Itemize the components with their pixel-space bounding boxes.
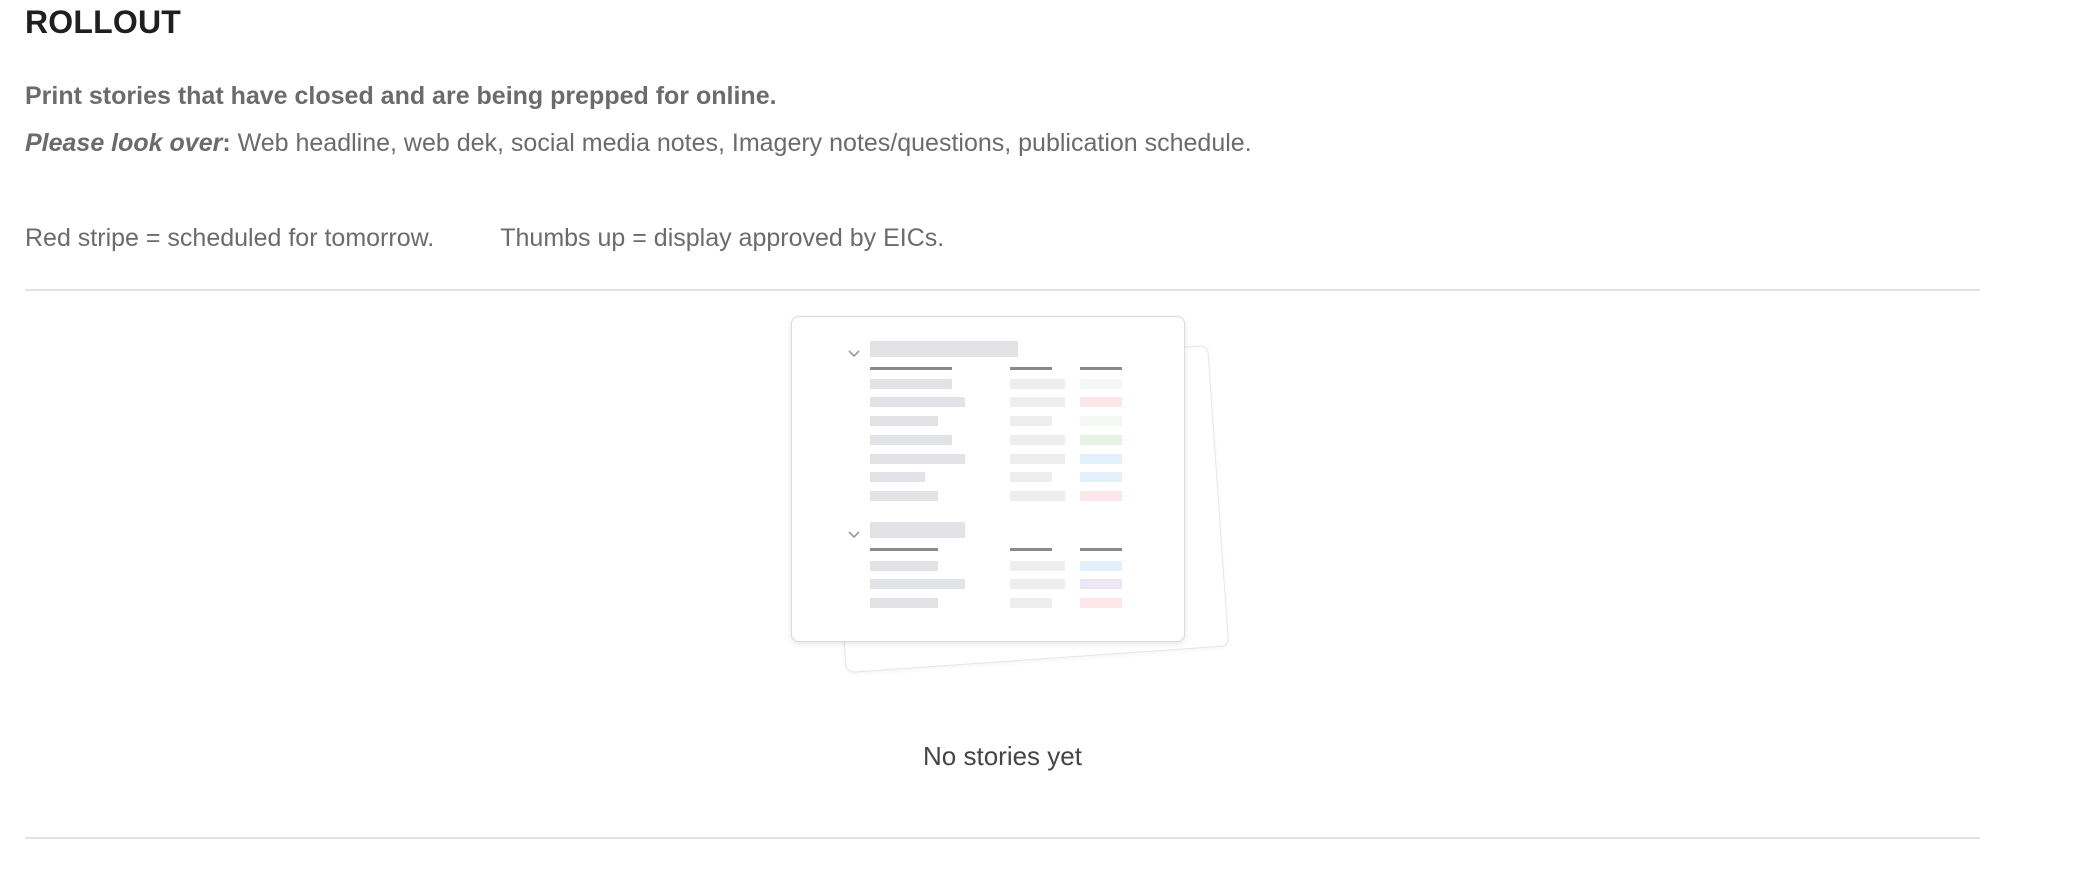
row-placeholder: [1080, 598, 1122, 608]
row-placeholder: [1010, 598, 1052, 608]
row-placeholder: [870, 397, 965, 407]
row-placeholder: [1010, 561, 1065, 571]
row-placeholder: [870, 561, 938, 571]
empty-table-illustration: [787, 314, 1249, 694]
row-placeholder: [1080, 491, 1122, 501]
row-placeholder: [870, 416, 938, 426]
row-placeholder: [1080, 454, 1122, 464]
chevron-down-icon: [848, 531, 860, 539]
column-header-placeholder: [1010, 367, 1052, 370]
column-header-placeholder: [870, 367, 952, 370]
row-placeholder: [1010, 435, 1065, 445]
row-placeholder: [1010, 416, 1052, 426]
legend-red-stripe: Red stripe = scheduled for tomorrow.: [25, 224, 435, 252]
group-header-placeholder: [870, 341, 1018, 357]
review-instructions-label: Please look over: [25, 129, 223, 157]
legend-thumbs-up: Thumbs up = display approved by EICs.: [500, 224, 945, 252]
column-header-placeholder: [1010, 548, 1052, 551]
divider-top: [25, 289, 1980, 291]
row-placeholder: [1010, 579, 1065, 589]
row-placeholder: [1010, 454, 1065, 464]
row-placeholder: [1080, 579, 1122, 589]
row-placeholder: [1080, 416, 1122, 426]
row-placeholder: [870, 435, 952, 445]
section-title: ROLLOUT: [25, 4, 182, 40]
divider-bottom: [25, 837, 1980, 839]
chevron-down-icon: [848, 350, 860, 358]
illustration-front-card: [791, 316, 1185, 642]
row-placeholder: [1010, 491, 1065, 501]
column-header-placeholder: [1080, 548, 1122, 551]
group-header-placeholder: [870, 522, 965, 538]
row-placeholder: [870, 454, 965, 464]
column-header-placeholder: [1080, 367, 1122, 370]
row-placeholder: [870, 379, 952, 389]
column-header-placeholder: [870, 548, 938, 551]
row-placeholder: [1010, 397, 1065, 407]
review-instructions-text: Web headline, web dek, social media note…: [230, 129, 1252, 157]
row-placeholder: [1080, 472, 1122, 482]
illustration-table-graphic: [848, 341, 1122, 608]
review-instructions: Please look over: Web headline, web dek,…: [25, 129, 1252, 158]
row-placeholder: [1080, 435, 1122, 445]
row-placeholder: [870, 472, 925, 482]
review-instructions-colon: :: [222, 129, 231, 157]
row-placeholder: [1080, 561, 1122, 571]
row-placeholder: [870, 491, 938, 501]
row-placeholder: [1010, 472, 1052, 482]
empty-state-message: No stories yet: [923, 741, 1082, 771]
row-placeholder: [1010, 379, 1065, 389]
row-placeholder: [870, 579, 965, 589]
row-placeholder: [1080, 397, 1122, 407]
legend: Red stripe = scheduled for tomorrow. Thum…: [25, 224, 944, 253]
row-placeholder: [1080, 379, 1122, 389]
row-placeholder: [870, 598, 938, 608]
section-description: Print stories that have closed and are b…: [25, 82, 777, 110]
